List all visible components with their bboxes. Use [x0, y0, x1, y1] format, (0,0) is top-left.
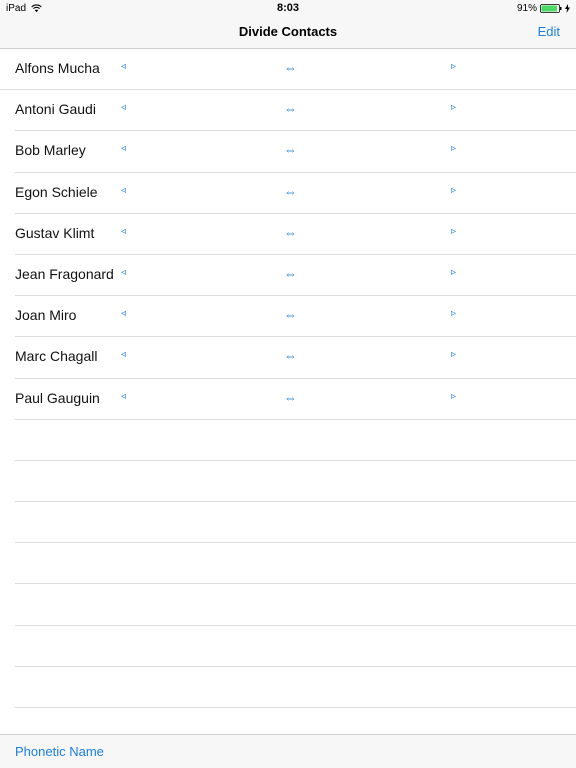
- move-left-button[interactable]: ◃: [121, 307, 126, 321]
- move-right-button[interactable]: ▹: [451, 60, 456, 74]
- phonetic-name-button[interactable]: Phonetic Name: [15, 744, 104, 759]
- contact-list: Alfons Mucha ◃ ⇔ ▹ Antoni Gaudi ◃ ⇔ ▹ Bob Marley…: [0, 49, 576, 750]
- swap-button[interactable]: ⇔: [284, 143, 297, 157]
- contact-row[interactable]: Alfons Mucha ◃ ⇔ ▹: [0, 49, 576, 91]
- status-time: 8:03: [276, 2, 300, 14]
- navigation-bar: Divide Contacts Edit: [0, 18, 576, 49]
- swap-button[interactable]: ⇔: [284, 308, 297, 322]
- contact-name: Bob Marley: [15, 142, 86, 159]
- page-title: Divide Contacts: [238, 24, 338, 39]
- move-left-button[interactable]: ◃: [121, 390, 126, 404]
- contact-name: Gustav Klimt: [15, 224, 95, 241]
- contact-name: Jean Fragonard: [15, 265, 114, 282]
- move-right-button[interactable]: ▹: [451, 307, 456, 321]
- contact-name: Marc Chagall: [15, 348, 98, 365]
- swap-button[interactable]: ⇔: [284, 184, 297, 199]
- battery-icon: [540, 4, 562, 13]
- contact-row[interactable]: Jean Fragonard ◃ ⇔ ▹: [0, 255, 576, 297]
- move-right-button[interactable]: ▹: [451, 184, 456, 198]
- empty-row: [0, 502, 576, 544]
- swap-button[interactable]: ⇔: [284, 102, 297, 116]
- contact-row[interactable]: Marc Chagall ◃ ⇔ ▹: [0, 337, 576, 379]
- swap-button[interactable]: ⇔: [284, 225, 297, 240]
- bottom-toolbar: Phonetic Name: [0, 734, 576, 768]
- contact-name: Joan Miro: [15, 307, 77, 324]
- move-left-button[interactable]: ◃: [121, 142, 126, 156]
- move-left-button[interactable]: ◃: [121, 225, 126, 239]
- move-left-button[interactable]: ◃: [121, 184, 126, 198]
- empty-row: [0, 626, 576, 668]
- move-right-button[interactable]: ▹: [451, 348, 456, 362]
- contact-row[interactable]: Gustav Klimt ◃ ⇔ ▹: [0, 214, 576, 256]
- move-right-button[interactable]: ▹: [451, 142, 456, 156]
- contact-name: Paul Gauguin: [15, 389, 100, 406]
- swap-button[interactable]: ⇔: [284, 61, 297, 75]
- swap-button[interactable]: ⇔: [284, 390, 297, 405]
- move-right-button[interactable]: ▹: [451, 390, 456, 404]
- contact-row[interactable]: Antoni Gaudi ◃ ⇔ ▹: [0, 90, 576, 132]
- move-right-button[interactable]: ▹: [451, 266, 456, 280]
- status-right: 91%: [517, 3, 570, 14]
- contact-name: Egon Schiele: [15, 183, 98, 200]
- move-left-button[interactable]: ◃: [121, 60, 126, 74]
- contact-row[interactable]: Joan Miro ◃ ⇔ ▹: [0, 296, 576, 338]
- swap-button[interactable]: ⇔: [284, 266, 297, 281]
- empty-row: [0, 584, 576, 626]
- move-right-button[interactable]: ▹: [451, 101, 456, 115]
- swap-button[interactable]: ⇔: [284, 349, 297, 363]
- bolt-icon: [565, 4, 570, 13]
- move-right-button[interactable]: ▹: [451, 225, 456, 239]
- empty-row: [0, 461, 576, 503]
- contact-name: Antoni Gaudi: [15, 101, 96, 118]
- contact-row[interactable]: Egon Schiele ◃ ⇔ ▹: [0, 173, 576, 214]
- edit-button[interactable]: Edit: [538, 24, 560, 39]
- empty-row: [0, 667, 576, 709]
- move-left-button[interactable]: ◃: [121, 266, 126, 280]
- contact-row[interactable]: Paul Gauguin ◃ ⇔ ▹: [0, 379, 576, 420]
- contact-row[interactable]: Bob Marley ◃ ⇔ ▹: [0, 131, 576, 173]
- battery-percent: 91%: [516, 3, 537, 14]
- status-bar: iPad 8:03 91%: [0, 0, 576, 18]
- empty-row: [0, 543, 576, 585]
- move-left-button[interactable]: ◃: [121, 101, 126, 115]
- empty-row: [0, 420, 576, 462]
- move-left-button[interactable]: ◃: [121, 348, 126, 362]
- contact-name: Alfons Mucha: [15, 60, 100, 76]
